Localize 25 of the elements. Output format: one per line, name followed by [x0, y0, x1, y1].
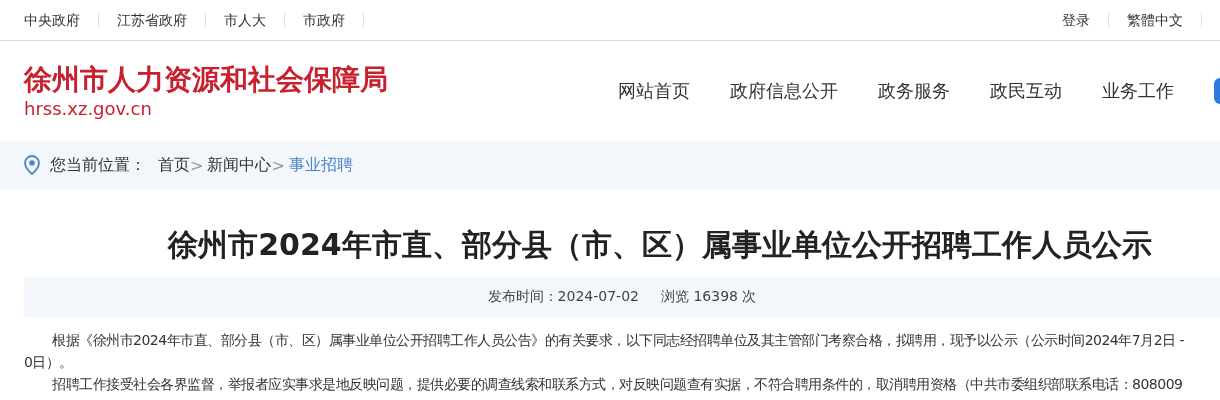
nav-link[interactable]: 政务服务: [878, 79, 950, 103]
nav-link[interactable]: 网站首页: [618, 79, 690, 103]
location-pin-icon: [24, 155, 40, 175]
breadcrumb-separator: >: [190, 155, 204, 175]
breadcrumb-link[interactable]: 事业招聘: [288, 154, 353, 176]
site-name[interactable]: 徐州市人力资源和社会保障局: [24, 62, 618, 98]
paragraph: 根据《徐州市2024年市直、部分县（市、区）属事业单位公开招聘工作人员公告》的有关要求，以下同志经招聘单位及其主管部门考察合格，拟聘用，现予以公示（公示时间2024年7月2日 - 0日）。: [24, 331, 1186, 372]
publish-time: 发布时间：2024-07-02: [487, 288, 639, 306]
breadcrumb-separator: >: [271, 155, 285, 175]
article-title: 徐州市2024年市直、部分县（市、区）属事业单位公开招聘工作人员公示: [166, 226, 1153, 264]
paragraph: 招聘工作接受社会各界监督，举报者应实事求是地反映问题，提供必要的调查线索和联系方式，对反映问题查有实据，不符合聘用条件的，取消聘用资格（中共市委组织部联系电话：808009: [51, 375, 1184, 394]
nav-link[interactable]: 政府信息公开: [730, 79, 838, 103]
nav-link[interactable]: 政民互动: [990, 79, 1062, 103]
top-link[interactable]: 繁體中文: [1109, 13, 1202, 27]
view-count: 浏览 16398 次: [660, 288, 757, 306]
top-link[interactable]: 市人大: [206, 13, 285, 27]
top-link[interactable]: 江苏省政府: [99, 13, 206, 27]
breadcrumb-label: 您当前位置：: [50, 154, 146, 176]
top-link[interactable]: 中央政府: [24, 13, 99, 27]
nav-link[interactable]: 业务工作: [1102, 79, 1174, 103]
breadcrumb-link[interactable]: 新闻中心: [207, 154, 272, 176]
breadcrumb-link[interactable]: 首页: [158, 154, 190, 176]
top-link[interactable]: 市政府: [285, 13, 364, 27]
site-url: hrss.xz.gov.cn: [24, 98, 153, 120]
top-link[interactable]: 登录: [1044, 13, 1109, 27]
